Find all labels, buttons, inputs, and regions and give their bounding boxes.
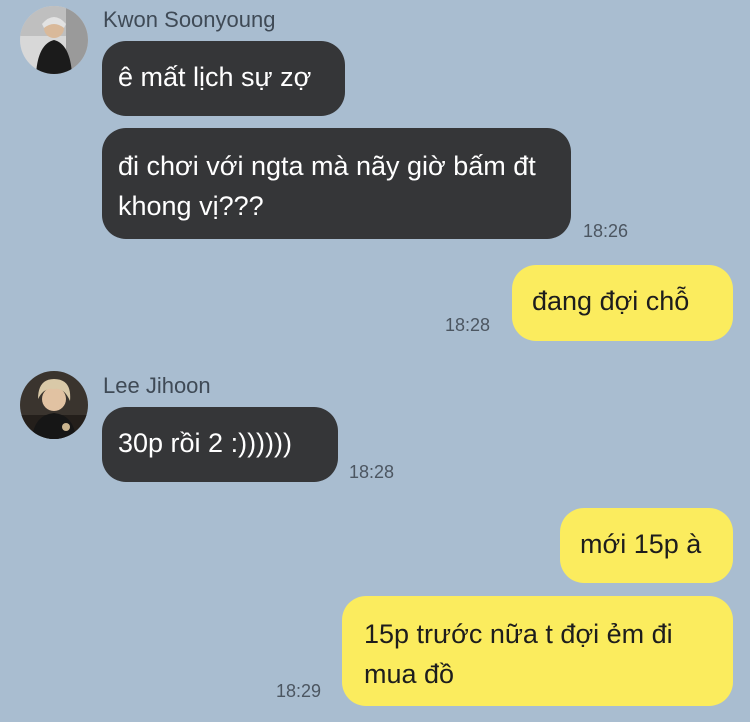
sender-name: Kwon Soonyoung bbox=[103, 7, 276, 32]
message-bubble-outgoing[interactable]: 15p trước nữa t đợi ẻm đi mua đồ bbox=[342, 596, 733, 706]
avatar-kwon-soonyoung[interactable] bbox=[20, 6, 88, 74]
message-timestamp: 18:28 bbox=[445, 315, 491, 335]
message-bubble-incoming[interactable]: ê mất lịch sự zợ bbox=[102, 41, 345, 116]
message-timestamp: 18:28 bbox=[349, 462, 395, 482]
message-bubble-outgoing[interactable]: đang đợi chỗ bbox=[512, 265, 733, 341]
sender-name: Lee Jihoon bbox=[103, 373, 211, 398]
message-timestamp: 18:29 bbox=[276, 681, 322, 701]
message-bubble-outgoing[interactable]: mới 15p à bbox=[560, 508, 733, 583]
message-timestamp: 18:26 bbox=[583, 221, 629, 241]
avatar-lee-jihoon[interactable] bbox=[20, 371, 88, 439]
message-bubble-incoming[interactable]: đi chơi với ngta mà nãy giờ bấm đt khong… bbox=[102, 128, 571, 239]
message-bubble-incoming[interactable]: 30p rồi 2 :)))))) bbox=[102, 407, 338, 482]
